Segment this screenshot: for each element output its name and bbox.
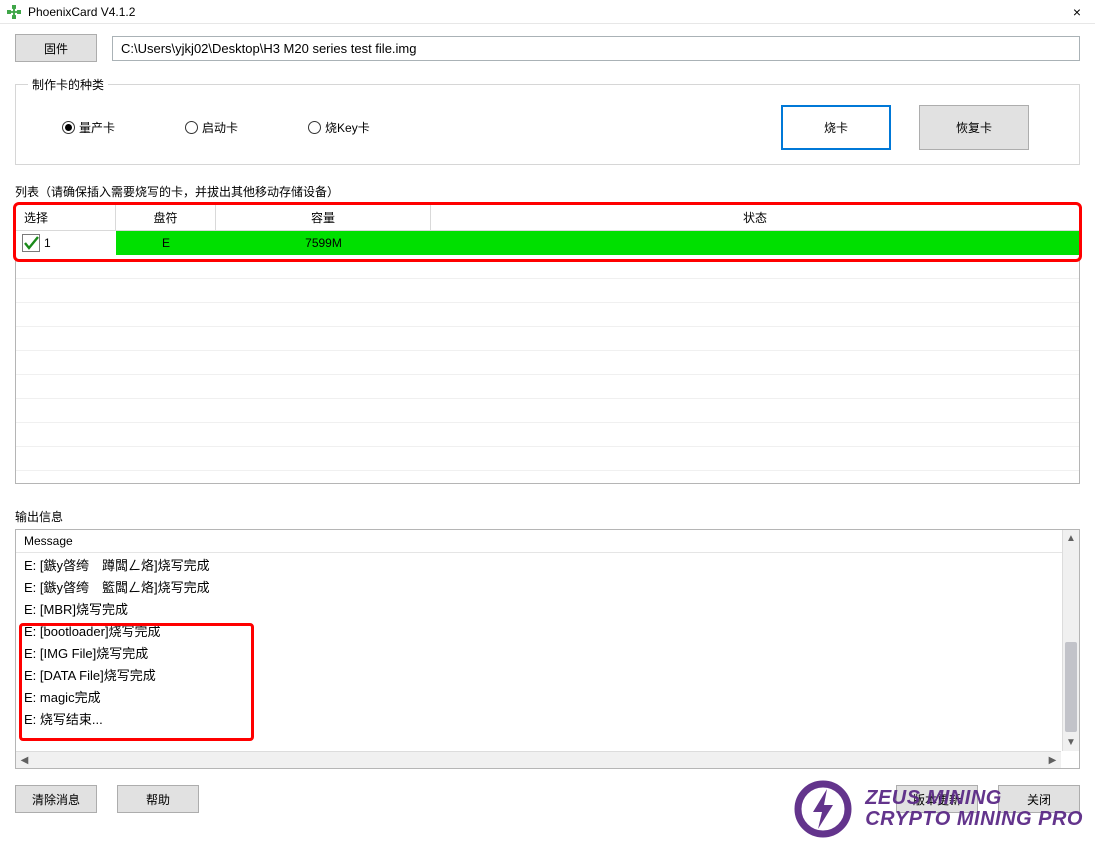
drive-list-table[interactable]: 选择 盘符 容量 状态 1 E 7599M [15, 204, 1080, 484]
scroll-right-arrow-icon[interactable]: ▶ [1044, 752, 1061, 769]
output-header: Message [16, 530, 1079, 553]
watermark-line1: ZEUS MINING [865, 788, 1083, 809]
lightning-circle-icon [793, 779, 853, 839]
log-line: E: [鏃у晵绔 籃闆ㄥ烙]烧写完成 [24, 577, 1071, 599]
col-select-header[interactable]: 选择 [16, 205, 116, 231]
scroll-down-arrow-icon[interactable]: ▼ [1063, 734, 1079, 751]
checkmark-icon [23, 235, 39, 251]
app-icon [6, 4, 22, 20]
log-line: E: magic完成 [24, 687, 1071, 709]
cell-drive: E [116, 231, 216, 255]
firmware-path-field[interactable]: C:\Users\yjkj02\Desktop\H3 M20 series te… [112, 36, 1080, 61]
card-type-group: 制作卡的种类 量产卡 启动卡 烧Key卡 烧卡 恢复卡 [15, 76, 1080, 165]
col-capacity-header[interactable]: 容量 [216, 205, 431, 231]
vertical-scrollbar[interactable]: ▲ ▼ [1062, 530, 1079, 751]
empty-grid-lines [16, 255, 1079, 471]
table-row[interactable]: 1 E 7599M [16, 231, 1079, 255]
log-line: E: 烧写结束... [24, 709, 1071, 731]
col-status-header[interactable]: 状态 [431, 205, 1079, 231]
help-button[interactable]: 帮助 [117, 785, 199, 813]
list-section-label: 列表（请确保插入需要烧写的卡，并拔出其他移动存储设备） [15, 183, 1080, 200]
scroll-left-arrow-icon[interactable]: ◀ [16, 752, 33, 769]
watermark-line2: CRYPTO MINING PRO [865, 809, 1083, 830]
firmware-button[interactable]: 固件 [15, 34, 97, 62]
log-line: E: [DATA File]烧写完成 [24, 665, 1071, 687]
col-drive-header[interactable]: 盘符 [116, 205, 216, 231]
watermark: ZEUS MINING CRYPTO MINING PRO [793, 779, 1083, 839]
radio-mass-production[interactable]: 量产卡 [62, 119, 115, 136]
card-type-legend: 制作卡的种类 [28, 76, 108, 93]
radio-group: 量产卡 启动卡 烧Key卡 [26, 119, 370, 136]
scroll-up-arrow-icon[interactable]: ▲ [1063, 530, 1079, 547]
window-titlebar: PhoenixCard V4.1.2 × [0, 0, 1095, 24]
log-line: E: [bootloader]烧写完成 [24, 621, 1071, 643]
radio-mass-label: 量产卡 [79, 119, 115, 136]
window-title: PhoenixCard V4.1.2 [28, 5, 1065, 19]
output-body[interactable]: E: [鏃у晵绔 蹲闆ㄥ烙]烧写完成 E: [鏃у晵绔 籃闆ㄥ烙]烧写完成 E:… [16, 553, 1079, 749]
horizontal-scrollbar[interactable]: ◀ ▶ [16, 751, 1061, 768]
row-checkbox[interactable] [22, 234, 40, 252]
radio-boot-card[interactable]: 启动卡 [185, 119, 238, 136]
cell-select[interactable]: 1 [16, 231, 116, 255]
clear-messages-button[interactable]: 清除消息 [15, 785, 97, 813]
restore-button[interactable]: 恢复卡 [919, 105, 1029, 150]
scrollbar-thumb[interactable] [1065, 642, 1077, 732]
radio-key-card[interactable]: 烧Key卡 [308, 119, 370, 136]
radio-key-label: 烧Key卡 [325, 119, 370, 136]
log-line: E: [鏃у晵绔 蹲闆ㄥ烙]烧写完成 [24, 555, 1071, 577]
log-line: E: [IMG File]烧写完成 [24, 643, 1071, 665]
firmware-row: 固件 C:\Users\yjkj02\Desktop\H3 M20 series… [15, 34, 1080, 62]
output-section-label: 输出信息 [15, 508, 1080, 525]
cell-status [431, 231, 1079, 255]
log-line: E: [MBR]烧写完成 [24, 599, 1071, 621]
cell-capacity: 7599M [216, 231, 431, 255]
output-message-box: Message E: [鏃у晵绔 蹲闆ㄥ烙]烧写完成 E: [鏃у晵绔 籃闆ㄥ烙… [15, 529, 1080, 769]
radio-boot-label: 启动卡 [202, 119, 238, 136]
list-header-row: 选择 盘符 容量 状态 [16, 205, 1079, 231]
row-index: 1 [44, 236, 51, 250]
window-close-button[interactable]: × [1065, 4, 1089, 20]
burn-button[interactable]: 烧卡 [781, 105, 891, 150]
